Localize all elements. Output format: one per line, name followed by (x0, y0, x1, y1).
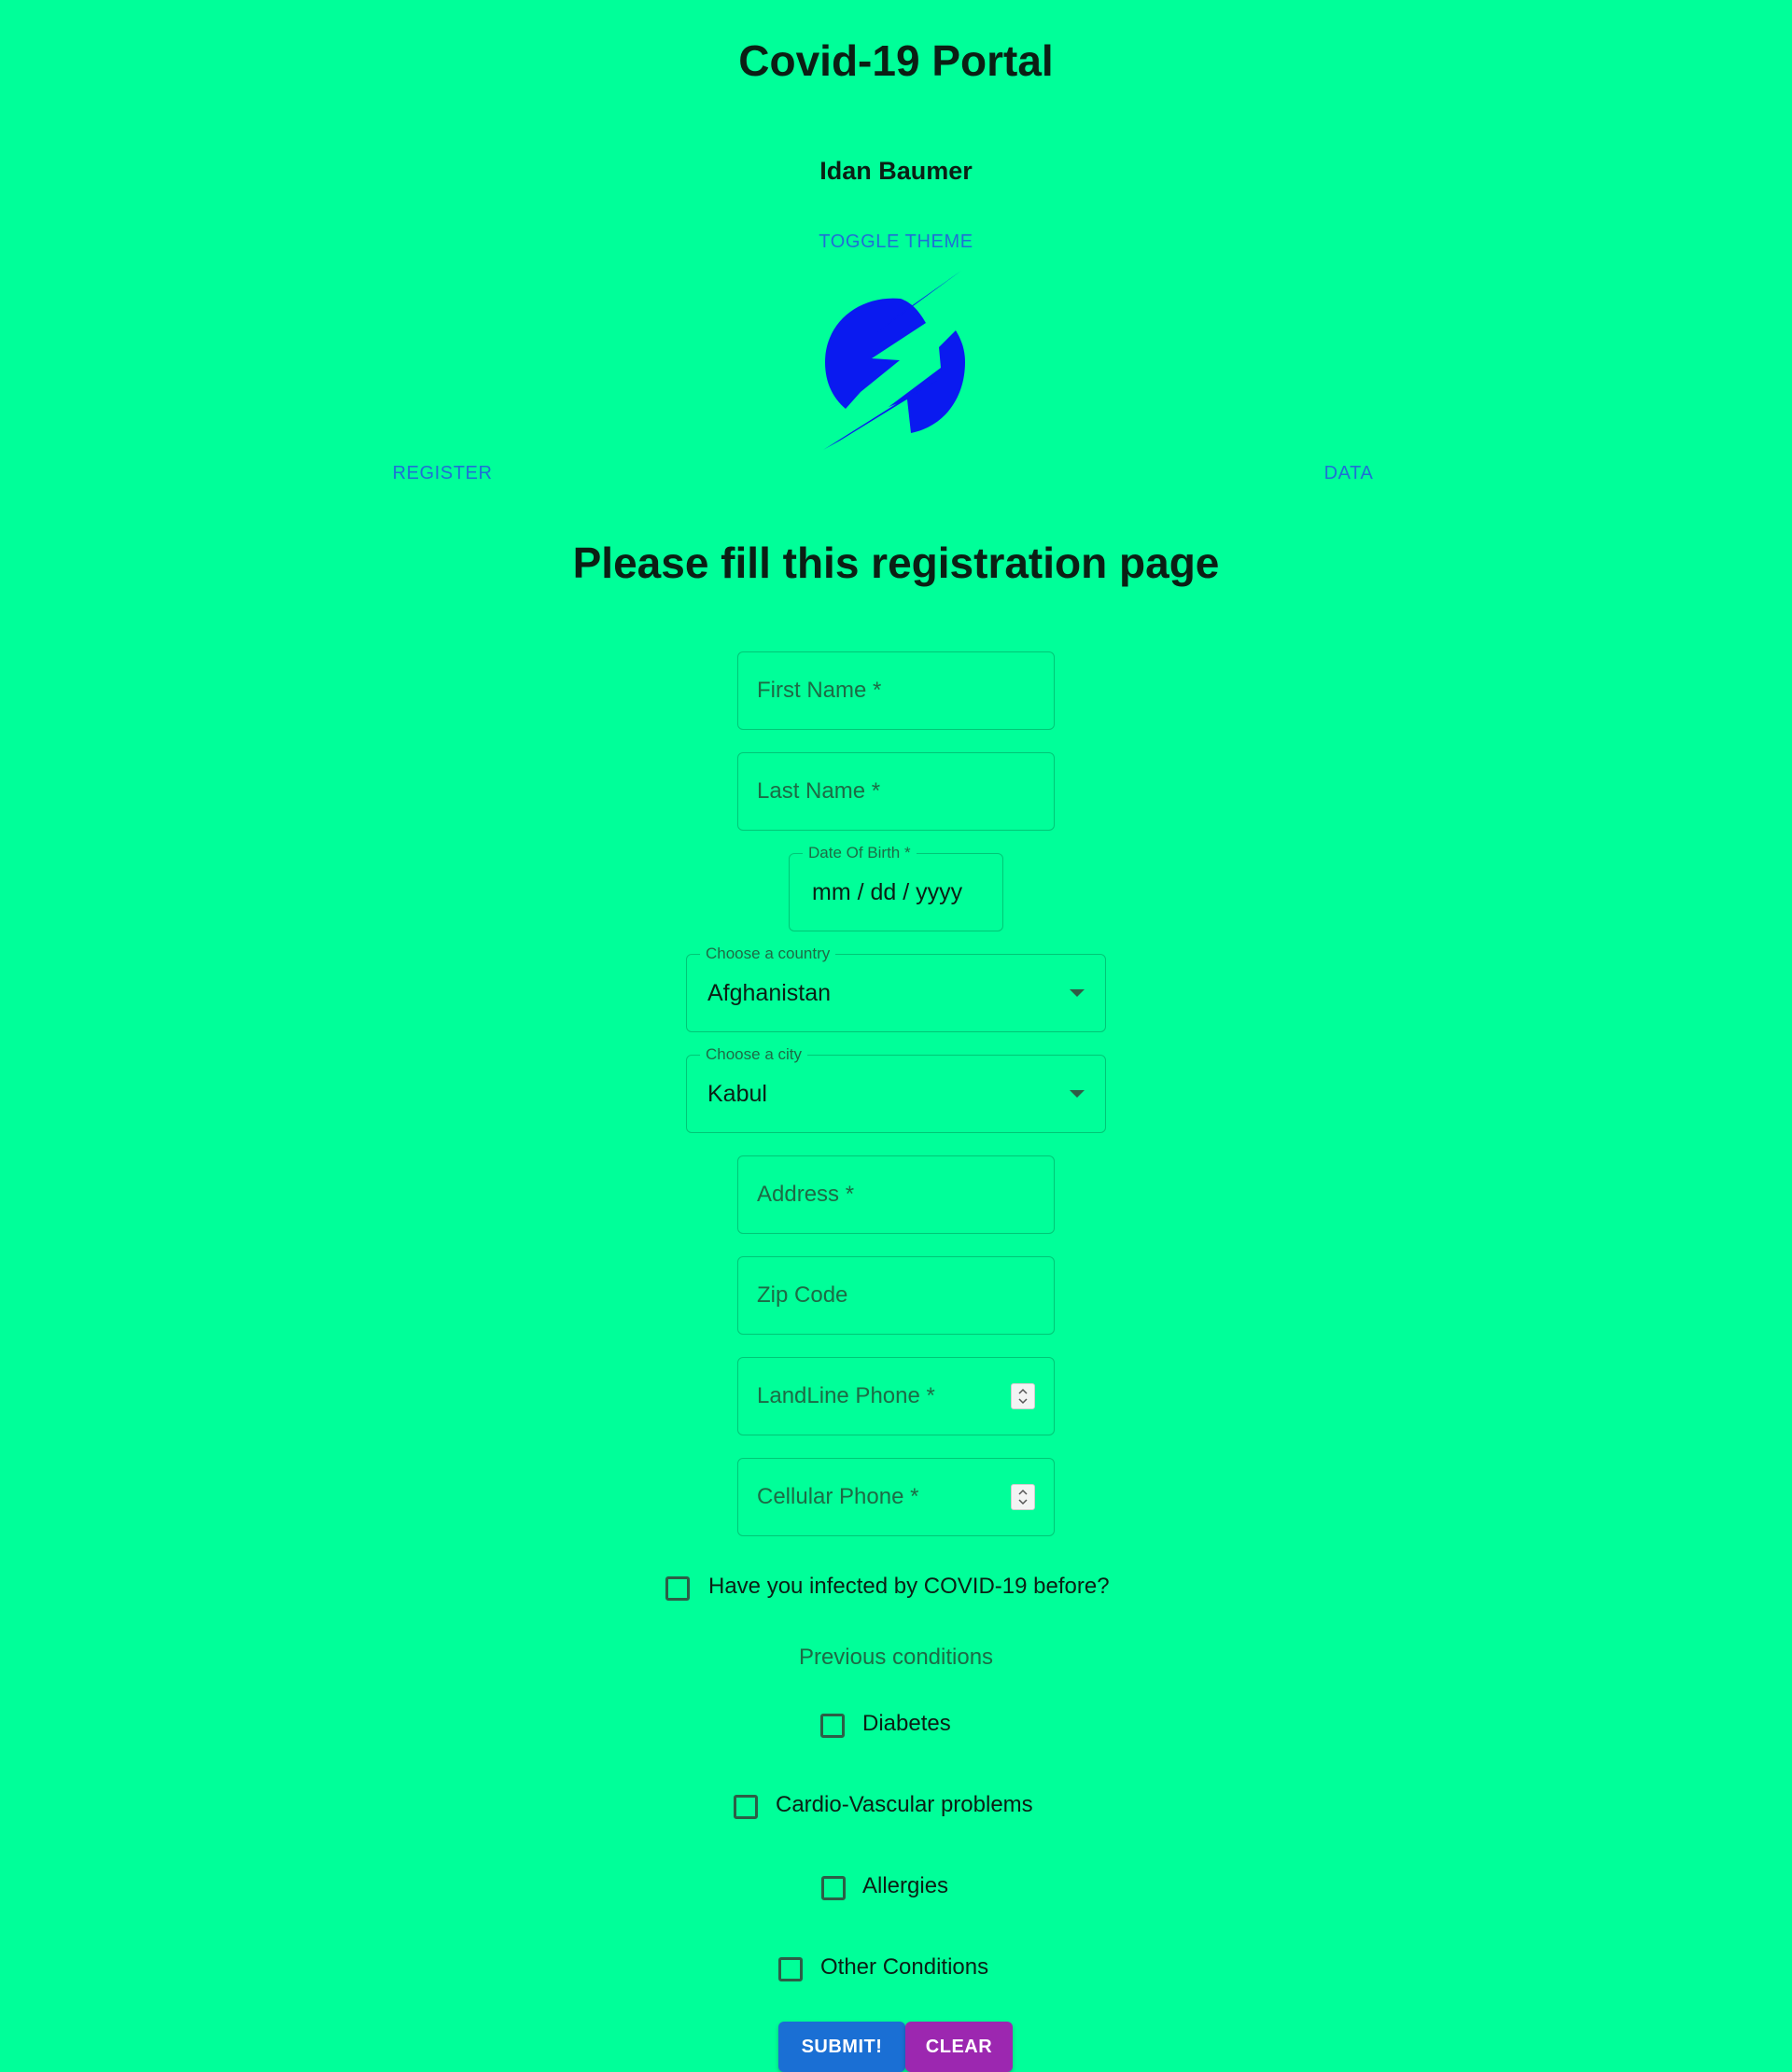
cardio-vascular-checkbox[interactable] (734, 1795, 758, 1819)
form-title: Please fill this registration page (572, 539, 1220, 587)
lightning-bolt-logo-icon (823, 271, 965, 450)
number-spinner-icon[interactable] (1011, 1383, 1035, 1409)
date-of-birth-value: mm / dd / yyyy (812, 878, 963, 905)
clear-button[interactable]: CLEAR (905, 2022, 1013, 2072)
chevron-down-icon (1070, 1090, 1085, 1098)
first-name-field[interactable]: First Name * (737, 651, 1055, 730)
previous-conditions-title: Previous conditions (798, 1645, 994, 1670)
address-field[interactable]: Address * (737, 1155, 1055, 1234)
allergies-label: Allergies (862, 1873, 949, 1898)
toggle-theme-button[interactable]: TOGGLE THEME (803, 231, 989, 259)
allergies-checkbox[interactable] (821, 1876, 846, 1900)
other-conditions-label: Other Conditions (820, 1954, 989, 1980)
page: Covid-19 Portal Idan Baumer TOGGLE THEME… (0, 0, 1792, 2072)
first-name-placeholder: First Name * (757, 678, 882, 703)
diabetes-checkbox[interactable] (820, 1714, 845, 1738)
landline-phone-field[interactable]: LandLine Phone * (737, 1357, 1055, 1435)
last-name-placeholder: Last Name * (757, 778, 881, 804)
app-title: Covid-19 Portal (738, 36, 1054, 85)
city-select[interactable]: Choose a city Kabul (686, 1044, 1106, 1133)
city-select-value: Kabul (707, 1080, 767, 1107)
address-placeholder: Address * (757, 1182, 855, 1207)
infected-before-checkbox[interactable] (665, 1576, 690, 1601)
chevron-down-icon (1070, 989, 1085, 997)
cellular-phone-field[interactable]: Cellular Phone * (737, 1458, 1055, 1536)
author-name: Idan Baumer (819, 157, 973, 185)
submit-button[interactable]: SUBMIT! (778, 2022, 905, 2072)
diabetes-label: Diabetes (862, 1711, 951, 1736)
cardio-vascular-label: Cardio-Vascular problems (776, 1792, 1033, 1817)
landline-phone-placeholder: LandLine Phone * (757, 1383, 935, 1408)
date-of-birth-field[interactable]: Date Of Birth * mm / dd / yyyy (789, 843, 1003, 931)
last-name-field[interactable]: Last Name * (737, 752, 1055, 831)
country-select-value: Afghanistan (707, 979, 832, 1006)
infected-before-label: Have you infected by COVID-19 before? (708, 1574, 1110, 1599)
zip-code-field[interactable]: Zip Code (737, 1256, 1055, 1335)
cellular-phone-placeholder: Cellular Phone * (757, 1484, 919, 1509)
other-conditions-checkbox[interactable] (778, 1957, 803, 1981)
number-spinner-icon[interactable] (1011, 1484, 1035, 1510)
nav-register-link[interactable]: REGISTER (373, 463, 511, 491)
zip-code-placeholder: Zip Code (757, 1282, 848, 1308)
nav-data-link[interactable]: DATA (1297, 463, 1400, 491)
country-select[interactable]: Choose a country Afghanistan (686, 944, 1106, 1032)
